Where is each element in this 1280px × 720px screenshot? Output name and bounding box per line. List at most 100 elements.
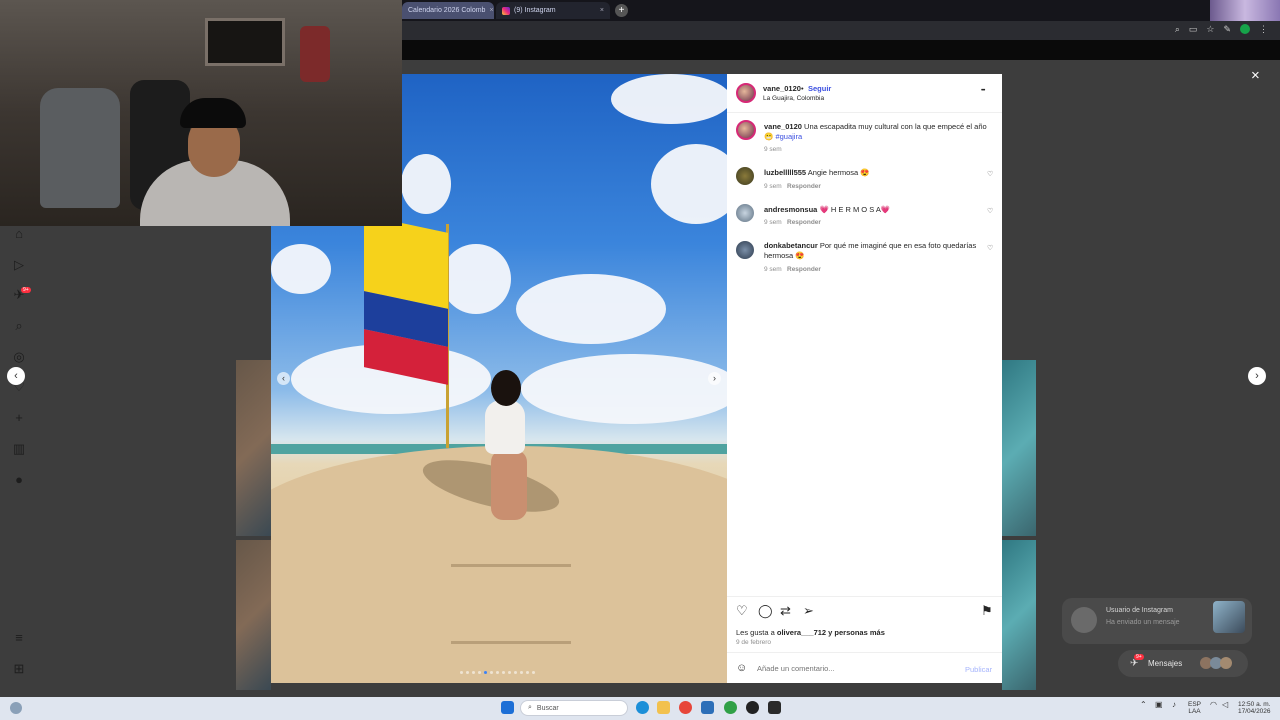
commenter-avatar[interactable] bbox=[736, 167, 754, 185]
background-post-thumbnail bbox=[236, 360, 271, 536]
add-comment-input[interactable] bbox=[757, 661, 957, 675]
header-divider bbox=[727, 112, 1002, 113]
volume-icon[interactable]: ◁ bbox=[1222, 701, 1228, 709]
like-icon[interactable]: ♡ bbox=[736, 604, 748, 618]
likes-suffix[interactable]: y personas más bbox=[826, 628, 885, 637]
reply-button[interactable]: Responder bbox=[787, 266, 821, 273]
tray-app-icon[interactable]: ▣ bbox=[1155, 701, 1163, 709]
chrome-profile-icon[interactable] bbox=[724, 701, 737, 714]
author-avatar[interactable] bbox=[736, 83, 756, 103]
caption-hashtag[interactable]: #guajira bbox=[775, 132, 802, 141]
post-date: 9 de febrero bbox=[736, 639, 772, 646]
carousel-prev-icon[interactable]: ‹ bbox=[277, 372, 290, 385]
webcam-overlay bbox=[0, 0, 402, 226]
close-modal-icon[interactable]: × bbox=[1251, 68, 1260, 83]
taskbar-search[interactable]: ⌕ Buscar bbox=[520, 700, 628, 716]
dashboard-icon[interactable]: ▥ bbox=[12, 442, 26, 456]
post-details-panel: vane_0120 • Seguir La Guajira, Colombia … bbox=[727, 74, 1002, 683]
also-from-meta-icon[interactable]: ⊞ bbox=[12, 662, 26, 676]
comment-username[interactable]: andresmonsua bbox=[764, 205, 817, 214]
profile-icon[interactable] bbox=[1240, 24, 1250, 34]
comment-username[interactable]: luzbelllll555 bbox=[764, 168, 806, 177]
language-code: ESP bbox=[1188, 701, 1202, 708]
save-bookmark-icon[interactable]: ⚑ bbox=[981, 604, 993, 618]
contact-avatar bbox=[1220, 657, 1232, 669]
repost-icon[interactable]: ⇄ bbox=[780, 604, 791, 618]
store-icon[interactable] bbox=[701, 701, 714, 714]
emoji-picker-icon[interactable]: ☺ bbox=[736, 662, 747, 674]
tab-close-icon[interactable]: × bbox=[600, 7, 604, 14]
notification-badge: 9+ bbox=[21, 287, 31, 293]
separator-bullet: • bbox=[801, 84, 804, 93]
next-post-icon[interactable]: › bbox=[1248, 367, 1266, 385]
likes-username[interactable]: olivera___712 bbox=[777, 628, 826, 637]
reply-button[interactable]: Responder bbox=[787, 219, 821, 226]
tab-label: (9) Instagram bbox=[514, 7, 556, 14]
edge-icon[interactable] bbox=[636, 701, 649, 714]
follow-button[interactable]: Seguir bbox=[808, 84, 831, 93]
bookmark-star-icon[interactable]: ☆ bbox=[1206, 24, 1214, 35]
messages-button[interactable]: ✈ 9+ Mensajes bbox=[1118, 650, 1248, 677]
background-post-thumbnail bbox=[236, 540, 271, 690]
like-comment-icon[interactable]: ♡ bbox=[987, 170, 993, 178]
profile-avatar-icon[interactable]: ● bbox=[12, 473, 26, 487]
user-placeholder-avatar bbox=[1071, 607, 1097, 633]
tab-close-icon[interactable]: × bbox=[489, 7, 493, 14]
microphone-icon[interactable]: ♪ bbox=[1172, 701, 1176, 709]
start-windows-icon[interactable] bbox=[501, 701, 514, 714]
wifi-icon[interactable]: ◠ bbox=[1210, 701, 1217, 709]
message-preview-card[interactable]: Usuario de Instagram Ha enviado un mensa… bbox=[1062, 598, 1252, 644]
author-username[interactable]: vane_0120 bbox=[763, 84, 801, 93]
tab-instagram[interactable]: (9) Instagram × bbox=[496, 2, 610, 19]
caption-avatar[interactable] bbox=[736, 120, 756, 140]
more-options-icon[interactable]: ••• bbox=[981, 88, 985, 94]
search-icon: ⌕ bbox=[528, 704, 532, 711]
background-post-thumbnail bbox=[1002, 540, 1036, 690]
chrome-icon[interactable] bbox=[679, 701, 692, 714]
new-tab-button[interactable]: + bbox=[615, 4, 628, 17]
file-explorer-icon[interactable] bbox=[657, 701, 670, 714]
more-menu-icon[interactable]: ≡ bbox=[12, 631, 26, 645]
home-icon[interactable]: ⌂ bbox=[12, 227, 26, 241]
clock-time: 12:50 a. m. bbox=[1238, 701, 1271, 708]
message-preview-title: Usuario de Instagram bbox=[1106, 607, 1173, 614]
reply-button[interactable]: Responder bbox=[787, 183, 821, 190]
cast-icon[interactable]: ▭ bbox=[1189, 24, 1198, 35]
instagram-favicon-icon bbox=[502, 6, 510, 15]
messages-label: Mensajes bbox=[1148, 659, 1183, 668]
comment-item: donkabetancur Por qué me imaginé que en … bbox=[764, 241, 986, 261]
app-icon[interactable] bbox=[746, 701, 759, 714]
comment-icon[interactable]: ◯ bbox=[758, 604, 773, 618]
commenter-avatar[interactable] bbox=[736, 241, 754, 259]
zoom-icon[interactable]: ⌕ bbox=[1175, 24, 1180, 35]
publish-button[interactable]: Publicar bbox=[965, 665, 992, 674]
person-in-photo bbox=[481, 370, 533, 520]
widgets-icon[interactable] bbox=[10, 702, 22, 714]
keyboard-layout: LAA bbox=[1188, 708, 1201, 715]
carousel-next-icon[interactable]: › bbox=[708, 372, 721, 385]
tab-calendario[interactable]: Calendario 2026 Colomb × bbox=[402, 2, 494, 19]
search-placeholder: Buscar bbox=[536, 704, 559, 712]
tray-chevron-icon[interactable]: ⌃ bbox=[1140, 701, 1147, 709]
menu-icon[interactable]: ⋮ bbox=[1259, 24, 1268, 35]
explore-icon[interactable]: ◎ bbox=[12, 350, 26, 364]
share-icon[interactable]: ➢ bbox=[803, 604, 814, 618]
search-icon[interactable]: ⌕ bbox=[12, 319, 26, 333]
previous-post-icon[interactable]: ‹ bbox=[7, 367, 25, 385]
post-location[interactable]: La Guajira, Colombia bbox=[763, 95, 824, 102]
comment-time: 9 sem bbox=[764, 183, 782, 190]
reels-icon[interactable]: ▷ bbox=[12, 258, 26, 272]
language-indicator[interactable]: ESP LAA bbox=[1188, 701, 1201, 715]
messages-badge: 9+ bbox=[1134, 654, 1144, 660]
terminal-icon[interactable] bbox=[768, 701, 781, 714]
likes-prefix: Les gusta a bbox=[736, 628, 777, 637]
like-comment-icon[interactable]: ♡ bbox=[987, 207, 993, 215]
caption-username[interactable]: vane_0120 bbox=[764, 122, 802, 131]
commenter-avatar[interactable] bbox=[736, 204, 754, 222]
comment-username[interactable]: donkabetancur bbox=[764, 241, 818, 250]
likes-summary: Les gusta a olivera___712 y personas más bbox=[736, 628, 885, 637]
like-comment-icon[interactable]: ♡ bbox=[987, 244, 993, 252]
clock[interactable]: 12:50 a. m. 17/04/2026 bbox=[1238, 701, 1271, 715]
create-icon[interactable]: + bbox=[12, 411, 26, 425]
extensions-icon[interactable]: ✎ bbox=[1223, 24, 1231, 35]
